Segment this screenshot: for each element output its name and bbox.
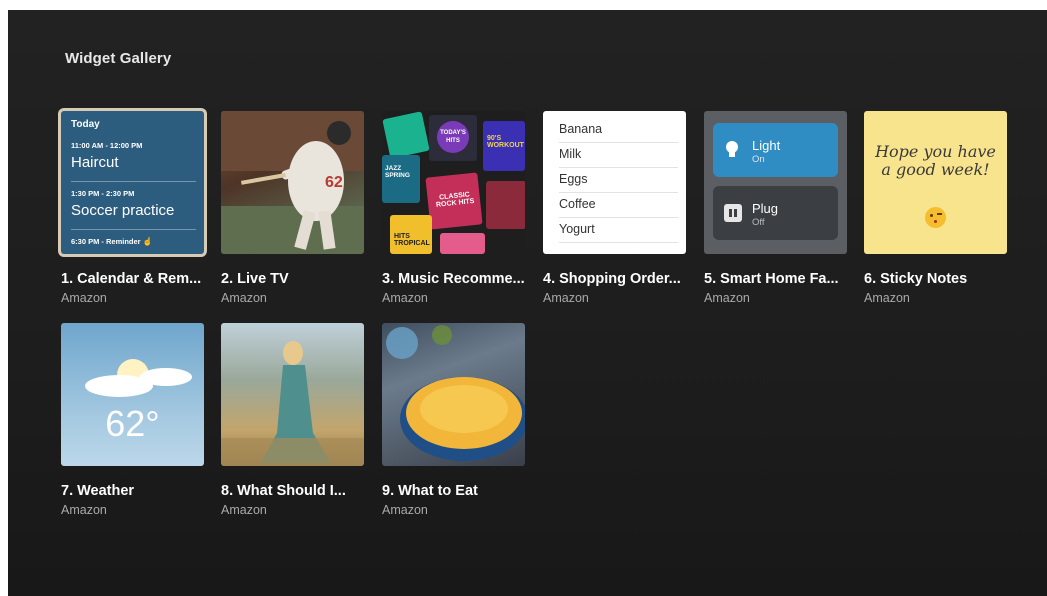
divider [71,229,196,230]
widget-publisher: Amazon [61,291,107,305]
album-tile [486,181,525,229]
album-tile: JAZZ SPRING [382,155,420,203]
album-tile: HITS TROPICAL [390,215,432,254]
shopping-list-thumbnail: Banana Milk Eggs Coffee Yogurt [543,111,686,254]
device-name: Light [752,138,781,153]
calendar-reminder: 6:30 PM - Reminder ☝ [71,237,196,246]
album-tile: 90'S WORKOUT [483,121,525,171]
temperature: 62° [105,403,160,444]
widget-name: 8. What Should I... [221,483,346,499]
device-card-plug: Plug Off [713,186,838,240]
calendar-reminder-label: 6:30 PM - Reminder [71,237,141,246]
widget-name: 5. Smart Home Fa... [704,271,839,287]
svg-text:62: 62 [325,174,343,191]
calendar-header: Today [71,119,100,130]
widget-name: 7. Weather [61,483,135,499]
widget-name: 1. Calendar & Rem... [61,271,202,287]
todays-hits-label: TODAY'S HITS [437,121,469,153]
device-card-light: Light On [713,123,838,177]
widget-name: 4. Shopping Order... [543,271,681,287]
widget-publisher: Amazon [382,503,428,517]
widget-publisher: Amazon [543,291,589,305]
widget-name: 3. Music Recomme... [382,271,525,287]
album-tile [382,111,430,159]
widget-publisher: Amazon [61,503,107,517]
classic-rock-label: CLASSIC ROCK HITS [435,191,475,209]
device-state: Off [752,217,765,228]
what-to-eat-thumbnail [382,323,525,466]
widget-name: 2. Live TV [221,271,289,287]
smart-home-thumbnail: Light On Plug Off [704,111,847,254]
bulb-icon [726,141,738,157]
widget-publisher: Amazon [221,291,267,305]
list-item: Coffee [559,192,678,218]
widget-gallery-screen: Widget Gallery Today 11:00 AM - 12:00 PM… [8,10,1047,596]
album-tile: TODAY'S HITS [429,115,477,161]
music-thumbnail: TODAY'S HITS 90'S WORKOUT JAZZ SPRING CL… [382,111,525,254]
hand-pointer-icon: ☝ [142,237,153,246]
widget-publisher: Amazon [704,291,750,305]
hits-tropical-label: HITS TROPICAL [394,233,430,247]
weather-thumbnail: 62° [61,323,204,466]
widget-publisher: Amazon [221,503,267,517]
calendar-event-title: Soccer practice [71,202,175,219]
widget-name: 9. What to Eat [382,483,478,499]
pasta-dish-image [386,325,525,461]
woman-in-field-image [221,341,364,466]
live-tv-thumbnail: 62 [221,111,364,254]
album-tile: CLASSIC ROCK HITS [425,172,483,230]
jazz-spring-label: JAZZ SPRING [385,165,410,179]
baseball-player-image: 62 [221,111,364,254]
sticky-note-text: Hope you have a good week! [875,142,996,179]
list-item: Banana [559,117,678,143]
calendar-thumbnail: Today 11:00 AM - 12:00 PM Haircut 1:30 P… [61,111,204,254]
calendar-event-time: 11:00 AM - 12:00 PM [71,141,143,150]
calendar-event-time: 1:30 PM - 2:30 PM [71,189,135,198]
album-tile [440,233,485,254]
page-title: Widget Gallery [65,50,172,67]
list-item: Yogurt [559,217,678,243]
partly-cloudy-icon [85,359,192,397]
kissing-face-icon [925,207,946,228]
device-state: On [752,154,765,165]
list-item: Eggs [559,167,678,193]
divider [71,181,196,182]
widget-name: 6. Sticky Notes [864,271,968,287]
device-name: Plug [752,201,779,216]
widget-publisher: Amazon [864,291,910,305]
widget-publisher: Amazon [382,291,428,305]
calendar-event-title: Haircut [71,154,119,171]
sticky-note-thumbnail: Hope you have a good week! [864,111,1007,254]
workout-label: 90'S WORKOUT [487,135,524,149]
what-should-i-thumbnail [221,323,364,466]
list-item: Milk [559,142,678,168]
plug-icon [724,204,742,222]
